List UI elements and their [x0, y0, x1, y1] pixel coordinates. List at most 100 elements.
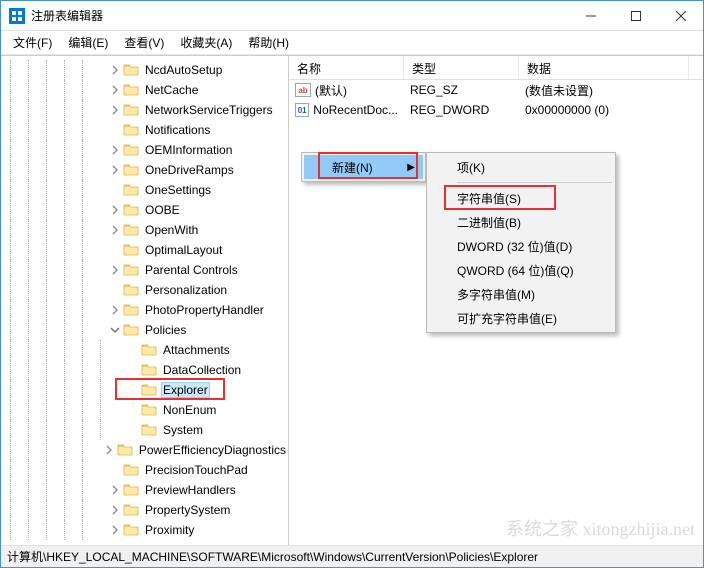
folder-icon [123, 503, 139, 517]
tree-item[interactable]: PowerEfficiencyDiagnostics [1, 440, 288, 460]
folder-icon [123, 283, 139, 297]
tree-item[interactable]: NetworkServiceTriggers [1, 100, 288, 120]
menu-edit[interactable]: 编辑(E) [60, 32, 116, 53]
folder-icon [123, 263, 139, 277]
tree-item[interactable]: Explorer [1, 380, 288, 400]
chevron-right-icon[interactable] [109, 304, 121, 316]
ctx-binary-label: 二进制值(B) [457, 214, 521, 231]
ctx-separator [457, 182, 612, 183]
chevron-right-icon[interactable] [109, 484, 121, 496]
chevron-right-icon[interactable] [109, 524, 121, 536]
col-type[interactable]: 类型 [404, 56, 519, 79]
folder-icon [141, 423, 157, 437]
titlebar: 注册表编辑器 [1, 1, 703, 31]
chevron-right-icon[interactable] [109, 64, 121, 76]
ctx-key-label: 项(K) [457, 159, 485, 176]
tree-item[interactable]: Attachments [1, 340, 288, 360]
ctx-string[interactable]: 字符串值(S) [429, 186, 613, 210]
menu-view[interactable]: 查看(V) [116, 32, 172, 53]
tree-item[interactable]: Parental Controls [1, 260, 288, 280]
tree-pane[interactable]: NcdAutoSetup NetCacheNetworkServiceTrigge… [1, 56, 289, 545]
tree-item[interactable]: System [1, 420, 288, 440]
tree-item[interactable]: PropertySystem [1, 500, 288, 520]
chevron-right-icon[interactable] [109, 224, 121, 236]
tree-item[interactable]: OptimalLayout [1, 240, 288, 260]
menubar: 文件(F) 编辑(E) 查看(V) 收藏夹(A) 帮助(H) [1, 31, 703, 55]
chevron-right-icon[interactable] [109, 504, 121, 516]
tree-item-label: DataCollection [161, 363, 243, 377]
close-button[interactable] [658, 1, 703, 31]
context-menu-submenu: 项(K) 字符串值(S) 二进制值(B) DWORD (32 位)值(D) QW… [426, 152, 616, 333]
ctx-string-label: 字符串值(S) [457, 190, 521, 207]
tree-item[interactable]: NetCache [1, 80, 288, 100]
ctx-expand[interactable]: 可扩充字符串值(E) [429, 306, 613, 330]
ctx-qword[interactable]: QWORD (64 位)值(Q) [429, 258, 613, 282]
list-header: 名称 类型 数据 [289, 56, 703, 80]
tree-item-label: OOBE [143, 203, 182, 217]
tree-item-label: OptimalLayout [143, 243, 224, 257]
tree-item[interactable]: NonEnum [1, 400, 288, 420]
tree-item-label: NonEnum [161, 403, 218, 417]
folder-icon [123, 143, 139, 157]
tree-item[interactable]: PhotoPropertyHandler [1, 300, 288, 320]
tree-item[interactable]: OneSettings [1, 180, 288, 200]
chevron-right-icon[interactable] [103, 444, 114, 456]
chevron-right-icon[interactable] [109, 204, 121, 216]
tree-item-label: PhotoPropertyHandler [143, 303, 266, 317]
tree-item[interactable]: OneDriveRamps [1, 160, 288, 180]
folder-icon [123, 123, 139, 137]
col-data[interactable]: 数据 [519, 56, 689, 79]
chevron-right-icon[interactable] [109, 104, 121, 116]
app-icon [9, 8, 25, 24]
window-title: 注册表编辑器 [31, 7, 568, 24]
chevron-right-icon[interactable] [109, 164, 121, 176]
chevron-right-icon[interactable] [109, 84, 121, 96]
folder-icon [123, 323, 139, 337]
folder-icon [123, 203, 139, 217]
minimize-button[interactable] [568, 1, 613, 31]
tree-item[interactable]: OOBE [1, 200, 288, 220]
ctx-new[interactable]: 新建(N) ▶ [304, 155, 423, 179]
list-row[interactable]: 01NoRecentDoc...REG_DWORD0x00000000 (0) [289, 100, 703, 120]
tree-item-label: NcdAutoSetup [143, 63, 224, 77]
folder-icon [123, 103, 139, 117]
chevron-right-icon[interactable] [109, 264, 121, 276]
ctx-multi[interactable]: 多字符串值(M) [429, 282, 613, 306]
value-data: (数值未设置) [519, 80, 689, 101]
tree-item[interactable]: DataCollection [1, 360, 288, 380]
maximize-button[interactable] [613, 1, 658, 31]
binary-value-icon: 01 [295, 103, 309, 117]
menu-favorites[interactable]: 收藏夹(A) [172, 32, 240, 53]
tree-item[interactable]: PrecisionTouchPad [1, 460, 288, 480]
tree-item[interactable]: Notifications [1, 120, 288, 140]
col-name[interactable]: 名称 [289, 56, 404, 79]
ctx-new-label: 新建(N) [332, 159, 373, 176]
list-pane[interactable]: 名称 类型 数据 ab(默认)REG_SZ(数值未设置)01NoRecentDo… [289, 56, 703, 545]
tree-item-label: PrecisionTouchPad [143, 463, 250, 477]
menu-file[interactable]: 文件(F) [5, 32, 60, 53]
tree-item-label: PreviewHandlers [143, 483, 238, 497]
folder-icon [141, 383, 157, 397]
tree-item-label: Attachments [161, 343, 232, 357]
tree-item[interactable]: NcdAutoSetup [1, 60, 288, 80]
statusbar-path: 计算机\HKEY_LOCAL_MACHINE\SOFTWARE\Microsof… [7, 548, 538, 565]
tree-item[interactable]: OpenWith [1, 220, 288, 240]
chevron-down-icon[interactable] [109, 324, 121, 336]
folder-icon [123, 243, 139, 257]
folder-icon [123, 163, 139, 177]
tree-item[interactable]: Proximity [1, 520, 288, 540]
ctx-multi-label: 多字符串值(M) [457, 286, 535, 303]
chevron-right-icon[interactable] [109, 144, 121, 156]
ctx-dword[interactable]: DWORD (32 位)值(D) [429, 234, 613, 258]
list-row[interactable]: ab(默认)REG_SZ(数值未设置) [289, 80, 703, 100]
folder-icon [141, 363, 157, 377]
ctx-dword-label: DWORD (32 位)值(D) [457, 238, 572, 255]
tree-item[interactable]: OEMInformation [1, 140, 288, 160]
tree-item[interactable]: Personalization [1, 280, 288, 300]
tree-item[interactable]: Policies [1, 320, 288, 340]
ctx-key[interactable]: 项(K) [429, 155, 613, 179]
tree-item-label: Proximity [143, 523, 196, 537]
menu-help[interactable]: 帮助(H) [240, 32, 297, 53]
tree-item[interactable]: PreviewHandlers [1, 480, 288, 500]
ctx-binary[interactable]: 二进制值(B) [429, 210, 613, 234]
